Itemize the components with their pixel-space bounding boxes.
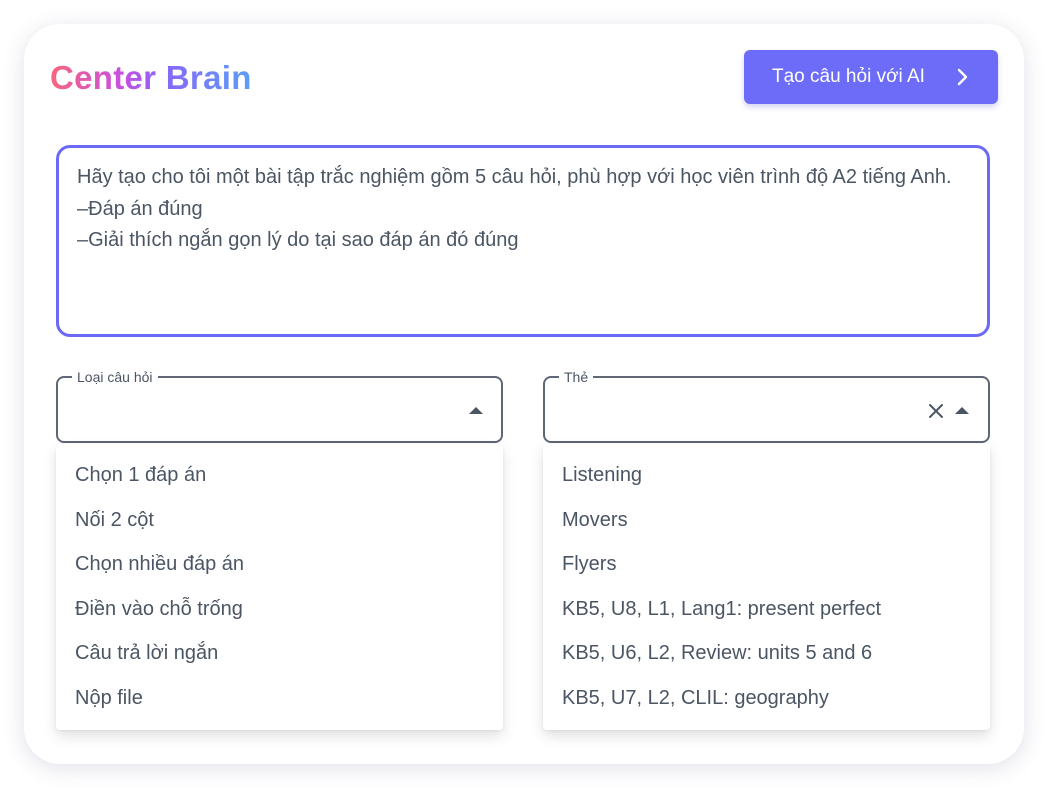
tag-option[interactable]: KB5, U8, L1, Lang1: present perfect [543,587,990,631]
caret-up-icon[interactable] [469,407,483,414]
logo: Center Brain [50,58,252,98]
question-type-select[interactable]: Loại câu hỏi [56,368,503,443]
prompt-textarea[interactable]: Hãy tạo cho tôi một bài tập trắc nghiệm … [56,145,990,337]
question-type-option[interactable]: Chọn 1 đáp án [56,453,503,497]
tag-option[interactable]: Movers [543,498,990,542]
caret-up-icon[interactable] [955,407,969,414]
question-type-option[interactable]: Điền vào chỗ trống [56,587,503,631]
tags-select[interactable]: Thẻ [543,368,990,443]
question-type-option[interactable]: Chọn nhiều đáp án [56,542,503,586]
chevron-right-icon [957,68,968,86]
generate-with-ai-button[interactable]: Tạo câu hỏi với AI [744,50,998,104]
tag-option[interactable]: Flyers [543,542,990,586]
clear-icon[interactable] [928,403,944,419]
tags-dropdown: Listening Movers Flyers KB5, U8, L1, Lan… [543,444,990,730]
question-type-option[interactable]: Nối 2 cột [56,498,503,542]
question-type-label: Loại câu hỏi [72,368,158,386]
logo-center: Center [50,59,166,96]
tags-label: Thẻ [559,368,594,386]
question-type-option[interactable]: Câu trả lời ngắn [56,631,503,675]
generate-with-ai-label: Tạo câu hỏi với AI [772,66,925,87]
logo-brain: Brain [165,59,252,96]
tag-option[interactable]: KB5, U6, L2, Review: units 5 and 6 [543,631,990,675]
tag-option[interactable]: Listening [543,453,990,497]
tag-option[interactable]: KB5, U7, L2, CLIL: geography [543,676,990,720]
question-type-option[interactable]: Nộp file [56,676,503,720]
question-type-dropdown: Chọn 1 đáp án Nối 2 cột Chọn nhiều đáp á… [56,444,503,730]
